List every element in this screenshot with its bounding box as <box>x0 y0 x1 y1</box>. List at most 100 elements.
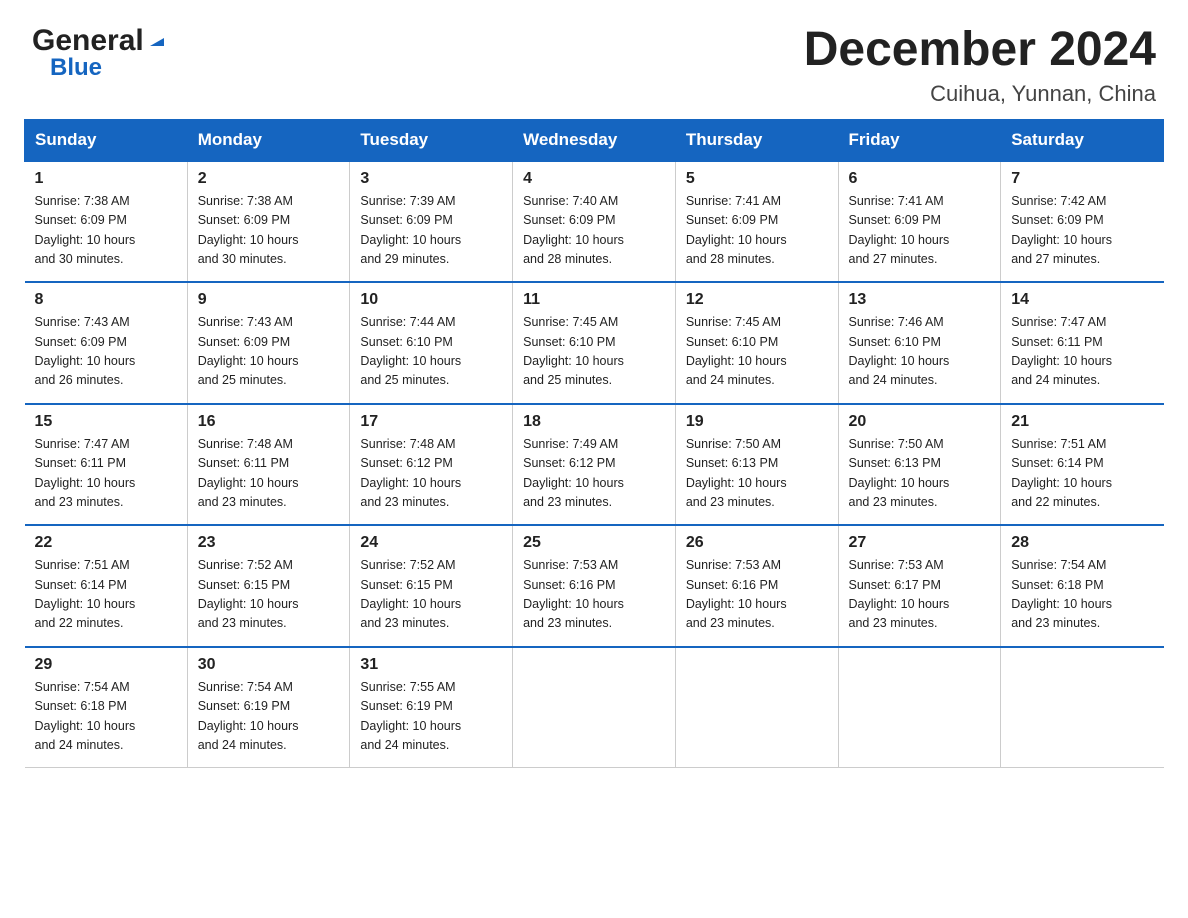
calendar-cell: 2 Sunrise: 7:38 AM Sunset: 6:09 PM Dayli… <box>187 161 350 283</box>
day-number: 12 <box>686 291 828 309</box>
day-info: Sunrise: 7:49 AM Sunset: 6:12 PM Dayligh… <box>523 435 665 513</box>
day-info: Sunrise: 7:52 AM Sunset: 6:15 PM Dayligh… <box>360 556 502 634</box>
day-number: 9 <box>198 291 340 309</box>
col-header-tuesday: Tuesday <box>350 119 513 161</box>
page-title: December 2024 <box>804 24 1156 77</box>
day-number: 20 <box>849 413 991 431</box>
calendar-cell: 18 Sunrise: 7:49 AM Sunset: 6:12 PM Dayl… <box>513 404 676 526</box>
calendar-cell: 6 Sunrise: 7:41 AM Sunset: 6:09 PM Dayli… <box>838 161 1001 283</box>
day-number: 19 <box>686 413 828 431</box>
day-info: Sunrise: 7:48 AM Sunset: 6:12 PM Dayligh… <box>360 435 502 513</box>
calendar-week-row: 1 Sunrise: 7:38 AM Sunset: 6:09 PM Dayli… <box>25 161 1164 283</box>
day-number: 4 <box>523 170 665 188</box>
day-number: 24 <box>360 534 502 552</box>
day-info: Sunrise: 7:51 AM Sunset: 6:14 PM Dayligh… <box>1011 435 1153 513</box>
calendar-cell: 23 Sunrise: 7:52 AM Sunset: 6:15 PM Dayl… <box>187 525 350 647</box>
calendar-cell <box>513 647 676 768</box>
day-info: Sunrise: 7:46 AM Sunset: 6:10 PM Dayligh… <box>849 313 991 391</box>
day-info: Sunrise: 7:45 AM Sunset: 6:10 PM Dayligh… <box>686 313 828 391</box>
day-number: 15 <box>35 413 177 431</box>
day-number: 26 <box>686 534 828 552</box>
day-info: Sunrise: 7:45 AM Sunset: 6:10 PM Dayligh… <box>523 313 665 391</box>
col-header-wednesday: Wednesday <box>513 119 676 161</box>
calendar-cell: 20 Sunrise: 7:50 AM Sunset: 6:13 PM Dayl… <box>838 404 1001 526</box>
calendar-cell: 1 Sunrise: 7:38 AM Sunset: 6:09 PM Dayli… <box>25 161 188 283</box>
calendar-header-row: SundayMondayTuesdayWednesdayThursdayFrid… <box>25 119 1164 161</box>
day-info: Sunrise: 7:38 AM Sunset: 6:09 PM Dayligh… <box>35 192 177 270</box>
day-number: 5 <box>686 170 828 188</box>
day-info: Sunrise: 7:54 AM Sunset: 6:18 PM Dayligh… <box>1011 556 1153 634</box>
day-info: Sunrise: 7:39 AM Sunset: 6:09 PM Dayligh… <box>360 192 502 270</box>
day-info: Sunrise: 7:42 AM Sunset: 6:09 PM Dayligh… <box>1011 192 1153 270</box>
calendar-cell: 21 Sunrise: 7:51 AM Sunset: 6:14 PM Dayl… <box>1001 404 1164 526</box>
day-info: Sunrise: 7:51 AM Sunset: 6:14 PM Dayligh… <box>35 556 177 634</box>
day-number: 7 <box>1011 170 1153 188</box>
calendar-cell <box>675 647 838 768</box>
day-number: 13 <box>849 291 991 309</box>
calendar-cell: 26 Sunrise: 7:53 AM Sunset: 6:16 PM Dayl… <box>675 525 838 647</box>
calendar-cell: 29 Sunrise: 7:54 AM Sunset: 6:18 PM Dayl… <box>25 647 188 768</box>
day-number: 3 <box>360 170 502 188</box>
day-number: 11 <box>523 291 665 309</box>
logo: General Blue <box>32 24 168 82</box>
calendar-container: SundayMondayTuesdayWednesdayThursdayFrid… <box>0 119 1188 793</box>
day-number: 18 <box>523 413 665 431</box>
col-header-friday: Friday <box>838 119 1001 161</box>
page-header: General Blue December 2024 Cuihua, Yunna… <box>0 0 1188 119</box>
day-number: 2 <box>198 170 340 188</box>
day-number: 22 <box>35 534 177 552</box>
title-block: December 2024 Cuihua, Yunnan, China <box>804 24 1156 107</box>
day-info: Sunrise: 7:43 AM Sunset: 6:09 PM Dayligh… <box>35 313 177 391</box>
day-info: Sunrise: 7:44 AM Sunset: 6:10 PM Dayligh… <box>360 313 502 391</box>
calendar-week-row: 15 Sunrise: 7:47 AM Sunset: 6:11 PM Dayl… <box>25 404 1164 526</box>
calendar-cell <box>838 647 1001 768</box>
calendar-cell: 28 Sunrise: 7:54 AM Sunset: 6:18 PM Dayl… <box>1001 525 1164 647</box>
calendar-cell: 5 Sunrise: 7:41 AM Sunset: 6:09 PM Dayli… <box>675 161 838 283</box>
day-info: Sunrise: 7:48 AM Sunset: 6:11 PM Dayligh… <box>198 435 340 513</box>
day-info: Sunrise: 7:41 AM Sunset: 6:09 PM Dayligh… <box>686 192 828 270</box>
day-info: Sunrise: 7:54 AM Sunset: 6:18 PM Dayligh… <box>35 678 177 756</box>
col-header-saturday: Saturday <box>1001 119 1164 161</box>
day-info: Sunrise: 7:47 AM Sunset: 6:11 PM Dayligh… <box>35 435 177 513</box>
day-info: Sunrise: 7:41 AM Sunset: 6:09 PM Dayligh… <box>849 192 991 270</box>
calendar-cell: 10 Sunrise: 7:44 AM Sunset: 6:10 PM Dayl… <box>350 282 513 404</box>
calendar-week-row: 29 Sunrise: 7:54 AM Sunset: 6:18 PM Dayl… <box>25 647 1164 768</box>
day-number: 6 <box>849 170 991 188</box>
day-number: 17 <box>360 413 502 431</box>
calendar-cell: 14 Sunrise: 7:47 AM Sunset: 6:11 PM Dayl… <box>1001 282 1164 404</box>
day-info: Sunrise: 7:50 AM Sunset: 6:13 PM Dayligh… <box>849 435 991 513</box>
calendar-cell: 4 Sunrise: 7:40 AM Sunset: 6:09 PM Dayli… <box>513 161 676 283</box>
logo-general-text: General <box>32 24 144 58</box>
calendar-cell: 15 Sunrise: 7:47 AM Sunset: 6:11 PM Dayl… <box>25 404 188 526</box>
day-number: 30 <box>198 656 340 674</box>
calendar-cell: 19 Sunrise: 7:50 AM Sunset: 6:13 PM Dayl… <box>675 404 838 526</box>
day-info: Sunrise: 7:40 AM Sunset: 6:09 PM Dayligh… <box>523 192 665 270</box>
day-number: 1 <box>35 170 177 188</box>
col-header-sunday: Sunday <box>25 119 188 161</box>
calendar-cell: 30 Sunrise: 7:54 AM Sunset: 6:19 PM Dayl… <box>187 647 350 768</box>
calendar-cell: 24 Sunrise: 7:52 AM Sunset: 6:15 PM Dayl… <box>350 525 513 647</box>
calendar-cell: 16 Sunrise: 7:48 AM Sunset: 6:11 PM Dayl… <box>187 404 350 526</box>
calendar-cell: 11 Sunrise: 7:45 AM Sunset: 6:10 PM Dayl… <box>513 282 676 404</box>
calendar-cell: 27 Sunrise: 7:53 AM Sunset: 6:17 PM Dayl… <box>838 525 1001 647</box>
col-header-monday: Monday <box>187 119 350 161</box>
day-number: 25 <box>523 534 665 552</box>
day-number: 28 <box>1011 534 1153 552</box>
day-info: Sunrise: 7:50 AM Sunset: 6:13 PM Dayligh… <box>686 435 828 513</box>
day-number: 31 <box>360 656 502 674</box>
calendar-table: SundayMondayTuesdayWednesdayThursdayFrid… <box>24 119 1164 769</box>
day-info: Sunrise: 7:38 AM Sunset: 6:09 PM Dayligh… <box>198 192 340 270</box>
day-info: Sunrise: 7:52 AM Sunset: 6:15 PM Dayligh… <box>198 556 340 634</box>
calendar-cell: 3 Sunrise: 7:39 AM Sunset: 6:09 PM Dayli… <box>350 161 513 283</box>
day-number: 16 <box>198 413 340 431</box>
calendar-cell: 13 Sunrise: 7:46 AM Sunset: 6:10 PM Dayl… <box>838 282 1001 404</box>
calendar-cell: 25 Sunrise: 7:53 AM Sunset: 6:16 PM Dayl… <box>513 525 676 647</box>
day-number: 29 <box>35 656 177 674</box>
calendar-week-row: 22 Sunrise: 7:51 AM Sunset: 6:14 PM Dayl… <box>25 525 1164 647</box>
calendar-cell: 31 Sunrise: 7:55 AM Sunset: 6:19 PM Dayl… <box>350 647 513 768</box>
calendar-cell: 17 Sunrise: 7:48 AM Sunset: 6:12 PM Dayl… <box>350 404 513 526</box>
day-info: Sunrise: 7:47 AM Sunset: 6:11 PM Dayligh… <box>1011 313 1153 391</box>
calendar-week-row: 8 Sunrise: 7:43 AM Sunset: 6:09 PM Dayli… <box>25 282 1164 404</box>
day-number: 10 <box>360 291 502 309</box>
day-number: 27 <box>849 534 991 552</box>
